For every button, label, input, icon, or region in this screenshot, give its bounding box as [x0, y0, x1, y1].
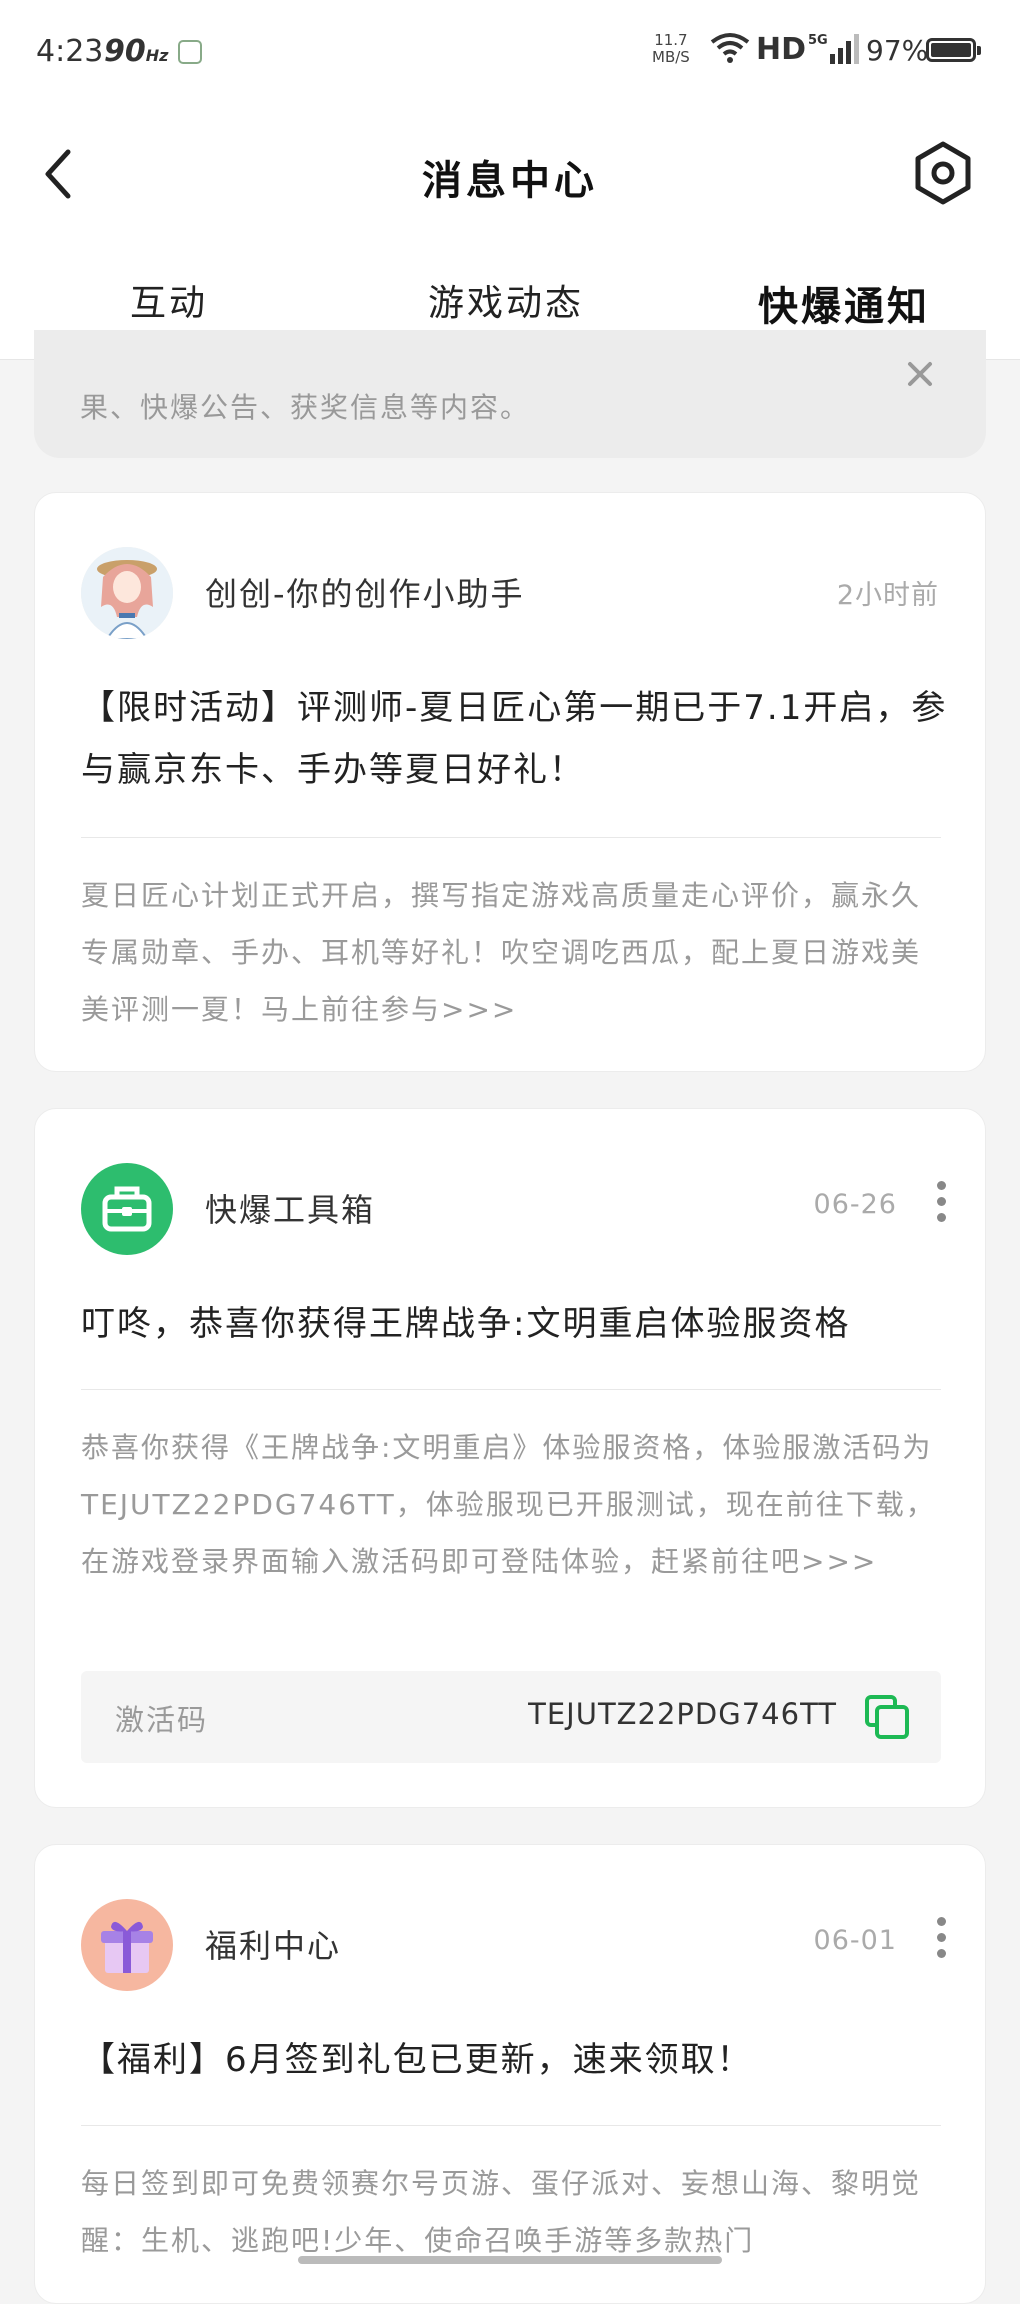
app-notification-icon — [178, 40, 202, 64]
more-options-icon[interactable] — [935, 1181, 947, 1223]
message-title: 【限时活动】评测师-夏日匠心第一期已于7.1开启，参与赢京东卡、手办等夏日好礼！ — [81, 688, 948, 790]
message-time: 2小时前 — [836, 580, 939, 611]
divider — [81, 837, 941, 838]
wifi-icon — [710, 33, 750, 63]
message-body: 夏日匠心计划正式开启，撰写指定游戏高质量走心评价，赢永久专属勋章、手办、耳机等好… — [81, 879, 922, 1026]
network-speed: 11.7 MB/S — [652, 32, 690, 66]
message-card[interactable]: 福利中心 06-01 【福利】6月签到礼包已更新，速来领取！ 每日签到即可免费领… — [34, 1844, 986, 2304]
tab-game-news[interactable]: 游戏动态 — [428, 274, 584, 326]
hd-indicator: HD — [756, 32, 807, 67]
cell-signal-icon: 5G — [808, 33, 859, 64]
notice-banner: 果、快爆公告、获奖信息等内容。 — [34, 330, 986, 458]
tab-interaction[interactable]: 互动 — [130, 274, 208, 326]
message-title: 叮咚，恭喜你获得王牌战争:文明重启体验服资格 — [81, 1304, 851, 1344]
activation-code-box: 激活码 TEJUTZ22PDG746TT — [81, 1671, 941, 1763]
divider — [81, 1389, 941, 1390]
close-icon[interactable] — [902, 356, 938, 392]
divider — [81, 2125, 941, 2126]
network-speed-value: 11.7 — [654, 31, 688, 49]
sender-name: 福利中心 — [205, 1927, 342, 1965]
gift-box-icon — [101, 1921, 153, 1973]
activation-code-value: TEJUTZ22PDG746TT — [528, 1697, 837, 1731]
sender-name: 创创-你的创作小助手 — [205, 575, 525, 613]
tab-kuaibao-notice[interactable]: 快爆通知 — [758, 274, 930, 332]
battery-percent: 97% — [866, 34, 929, 67]
message-time: 06-01 — [813, 1925, 897, 1956]
status-time: 4:23 — [36, 34, 104, 69]
message-time: 06-26 — [813, 1189, 897, 1220]
message-card[interactable]: 快爆工具箱 06-26 叮咚，恭喜你获得王牌战争:文明重启体验服资格 恭喜你获得… — [34, 1108, 986, 1808]
app-header: 消息中心 互动 游戏动态 快爆通知 — [0, 100, 1020, 360]
battery-icon — [926, 38, 981, 62]
avatar — [81, 547, 173, 639]
refresh-rate: 90Hz — [104, 34, 168, 69]
anime-girl-avatar-icon — [81, 547, 173, 639]
refresh-rate-unit: Hz — [145, 46, 169, 65]
message-body: 每日签到即可免费领赛尔号页游、蛋仔派对、妄想山海、黎明觉醒：生机、逃跑吧!少年、… — [81, 2167, 922, 2257]
status-bar: 4:23 90Hz 11.7 MB/S HD 5G 97% — [0, 0, 1020, 100]
sender-name: 快爆工具箱 — [205, 1191, 376, 1229]
refresh-rate-value: 90 — [104, 34, 146, 69]
network-speed-unit: MB/S — [652, 48, 690, 66]
activation-code-label: 激活码 — [115, 1703, 209, 1737]
message-card[interactable]: 创创-你的创作小助手 2小时前 【限时活动】评测师-夏日匠心第一期已于7.1开启… — [34, 492, 986, 1072]
more-options-icon[interactable] — [935, 1917, 947, 1959]
toolbox-icon — [102, 1186, 152, 1232]
settings-icon[interactable] — [910, 140, 976, 206]
avatar — [81, 1163, 173, 1255]
avatar — [81, 1899, 173, 1991]
message-title: 【福利】6月签到礼包已更新，速来领取！ — [81, 2040, 753, 2080]
page-title: 消息中心 — [422, 158, 598, 204]
notice-text: 果、快爆公告、获奖信息等内容。 — [80, 391, 531, 424]
svg-text:5G: 5G — [808, 33, 828, 48]
message-body: 恭喜你获得《王牌战争:文明重启》体验服资格，体验服激活码为TEJUTZ22PDG… — [81, 1431, 936, 1578]
home-indicator[interactable] — [298, 2256, 722, 2264]
copy-icon[interactable] — [863, 1693, 911, 1741]
